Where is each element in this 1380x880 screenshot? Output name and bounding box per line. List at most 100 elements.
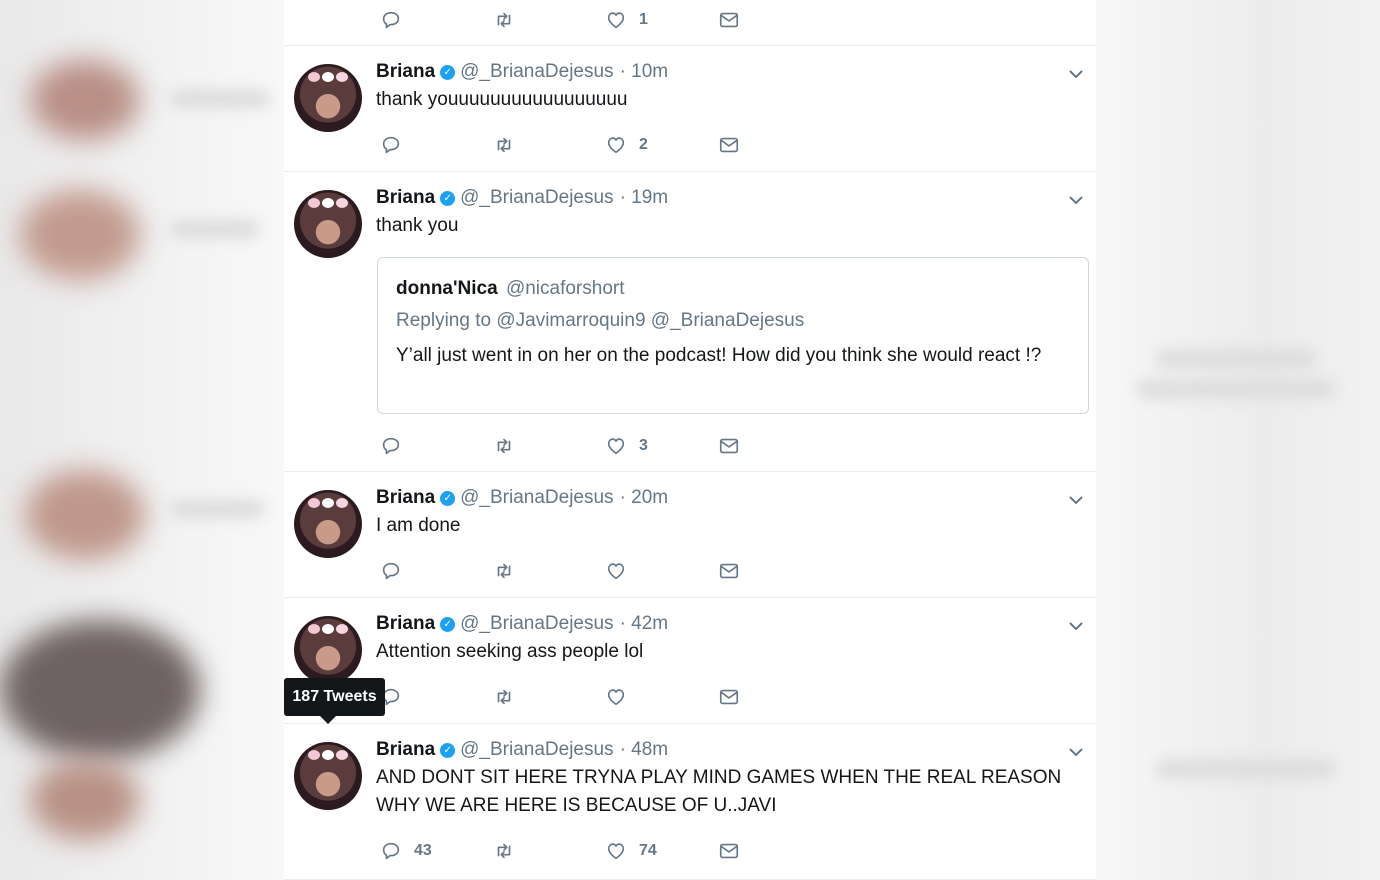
tweet-actions: 43 74 [380, 839, 840, 863]
retweet-button[interactable] [493, 8, 515, 32]
tweet-text: AND DONT SIT HERE TRYNA PLAY MIND GAMES … [376, 767, 1062, 816]
username[interactable]: @_BrianaDejesus [460, 187, 613, 209]
tweet-header: Briana ✓ @_BrianaDejesus · 20m [376, 487, 668, 509]
tweet-text: Attention seeking ass people lol [376, 641, 644, 662]
quoted-text: Y’all just went in on her on the podcast… [396, 345, 1042, 366]
reply-button[interactable] [380, 133, 402, 157]
like-count: 1 [639, 11, 648, 28]
direct-message-button[interactable] [718, 685, 740, 709]
tweet[interactable]: Briana ✓ @_BrianaDejesus · 20m I am done [284, 472, 1096, 598]
direct-message-button[interactable] [718, 133, 740, 157]
direct-message-button[interactable] [718, 434, 740, 458]
tweet-header: Briana ✓ @_BrianaDejesus · 48m [376, 739, 668, 761]
tweet[interactable]: Briana ✓ @_BrianaDejesus · 19m thank you… [284, 172, 1096, 472]
reply-button[interactable] [380, 8, 402, 32]
retweet-button[interactable] [493, 559, 515, 583]
timestamp[interactable]: · 10m [620, 61, 669, 83]
reply-icon [382, 842, 400, 860]
tweet-actions [380, 559, 840, 583]
previous-tweet-actions: 1 [284, 0, 1096, 46]
timestamp[interactable]: · 20m [620, 487, 669, 509]
timestamp[interactable]: · 42m [620, 613, 669, 635]
username[interactable]: @_BrianaDejesus [460, 739, 613, 761]
quoted-tweet[interactable]: donna'Nica @nicaforshort Replying to @Ja… [377, 257, 1089, 414]
timestamp[interactable]: · 48m [620, 739, 669, 761]
tweet[interactable]: Briana ✓ @_BrianaDejesus · 10m thank you… [284, 46, 1096, 172]
envelope-icon [719, 843, 739, 859]
direct-message-button[interactable] [718, 8, 740, 32]
display-name[interactable]: Briana [376, 613, 435, 635]
like-button[interactable]: 2 [605, 133, 648, 157]
like-button[interactable] [605, 685, 639, 709]
blurred-background-left [0, 0, 284, 880]
tweet-actions: 2 [380, 133, 840, 157]
tweet-header: Briana ✓ @_BrianaDejesus · 19m [376, 187, 668, 209]
display-name[interactable]: Briana [376, 487, 435, 509]
chevron-down-icon[interactable] [1068, 492, 1084, 508]
tweet-actions: 3 [380, 434, 840, 458]
avatar[interactable] [294, 616, 362, 684]
tweet-text: I am done [376, 515, 461, 536]
verified-badge-icon: ✓ [440, 190, 456, 206]
username[interactable]: @_BrianaDejesus [460, 487, 613, 509]
blurred-background-right [1096, 0, 1380, 880]
chevron-down-icon[interactable] [1068, 192, 1084, 208]
tweet[interactable]: Briana ✓ @_BrianaDejesus · 42m Attention… [284, 598, 1096, 724]
retweet-icon [497, 563, 511, 579]
verified-badge-icon: ✓ [440, 490, 456, 506]
avatar[interactable] [294, 490, 362, 558]
tweet-feed: 1 Briana ✓ @_BrianaDejesus · 10m thank y… [284, 0, 1096, 880]
heart-icon [607, 843, 625, 860]
timestamp[interactable]: · 19m [620, 187, 669, 209]
display-name[interactable]: Briana [376, 739, 435, 761]
username[interactable]: @_BrianaDejesus [460, 613, 613, 635]
reply-count: 43 [414, 842, 432, 859]
reply-icon [382, 11, 400, 29]
envelope-icon [719, 137, 739, 153]
reply-icon [382, 136, 400, 154]
username[interactable]: @_BrianaDejesus [460, 61, 613, 83]
direct-message-button[interactable] [718, 559, 740, 583]
chevron-down-icon[interactable] [1068, 66, 1084, 82]
like-button[interactable] [605, 559, 639, 583]
heart-icon [607, 563, 625, 580]
tweet-header: Briana ✓ @_BrianaDejesus · 10m [376, 61, 668, 83]
envelope-icon [719, 438, 739, 454]
display-name[interactable]: Briana [376, 61, 435, 83]
retweet-button[interactable] [493, 434, 515, 458]
tweet[interactable]: Briana ✓ @_BrianaDejesus · 48m AND DONT … [284, 724, 1096, 880]
like-count: 74 [639, 842, 657, 859]
retweet-button[interactable] [493, 133, 515, 157]
retweet-icon [497, 843, 511, 859]
tweet-header: Briana ✓ @_BrianaDejesus · 42m [376, 613, 668, 635]
avatar[interactable] [294, 742, 362, 810]
retweet-icon [497, 438, 511, 454]
tweet-text: thank you [376, 215, 459, 236]
reply-icon [382, 437, 400, 455]
like-button[interactable]: 3 [605, 434, 648, 458]
replying-to[interactable]: Replying to @Javimarroquin9 @_BrianaDeje… [396, 310, 804, 332]
retweet-button[interactable] [493, 839, 515, 863]
chevron-down-icon[interactable] [1068, 744, 1084, 760]
tweet-actions [380, 685, 840, 709]
quoted-display-name: donna'Nica [396, 278, 498, 299]
direct-message-button[interactable] [718, 839, 740, 863]
verified-badge-icon: ✓ [440, 742, 456, 758]
retweet-button[interactable] [493, 685, 515, 709]
like-button[interactable]: 1 [605, 8, 648, 32]
reply-button[interactable] [380, 434, 402, 458]
reply-button[interactable]: 43 [380, 839, 432, 863]
reply-button[interactable] [380, 559, 402, 583]
envelope-icon [719, 689, 739, 705]
chevron-down-icon[interactable] [1068, 618, 1084, 634]
like-count: 2 [639, 136, 648, 153]
avatar[interactable] [294, 190, 362, 258]
heart-icon [607, 137, 625, 154]
display-name[interactable]: Briana [376, 187, 435, 209]
retweet-icon [497, 137, 511, 153]
heart-icon [607, 12, 625, 29]
avatar[interactable] [294, 64, 362, 132]
like-button[interactable]: 74 [605, 839, 657, 863]
like-count: 3 [639, 437, 648, 454]
verified-badge-icon: ✓ [440, 616, 456, 632]
